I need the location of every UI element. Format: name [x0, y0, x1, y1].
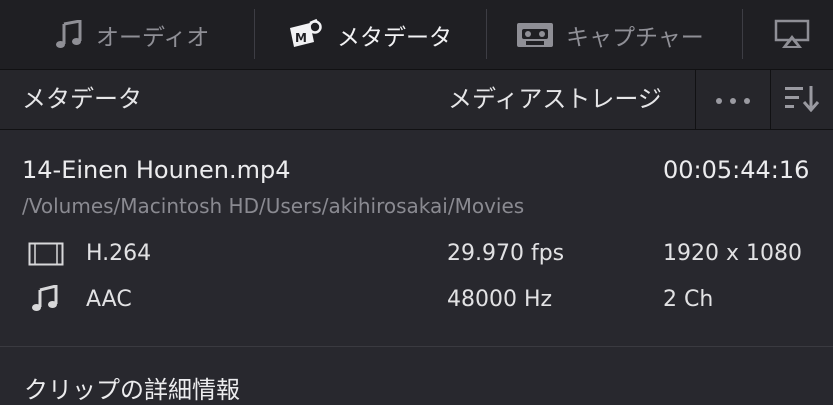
video-track-icon: [28, 242, 64, 270]
video-codec: H.264: [86, 241, 152, 266]
divider: [0, 346, 833, 347]
audio-sample-rate: 48000 Hz: [447, 287, 553, 312]
clip-filename: 14-Einen Hounen.mp4: [22, 156, 291, 184]
tab-separator: [486, 9, 487, 59]
clip-duration: 00:05:44:16: [663, 156, 810, 184]
video-frame-rate: 29.970 fps: [447, 241, 565, 266]
audio-codec: AAC: [86, 287, 132, 312]
tab-capture[interactable]: キャプチャー: [516, 0, 704, 69]
tab-audio-label: オーディオ: [96, 24, 210, 51]
sort-button[interactable]: [771, 70, 833, 129]
clip-details-section-title[interactable]: クリップの詳細情報: [24, 370, 240, 405]
viewer-output-button[interactable]: [774, 0, 822, 69]
video-resolution: 1920 x 1080: [663, 241, 802, 266]
tab-metadata[interactable]: M メタデータ: [287, 0, 452, 69]
tab-separator: [254, 9, 255, 59]
tab-metadata-label: メタデータ: [337, 24, 452, 51]
more-options-button[interactable]: [696, 70, 770, 129]
tab-separator: [742, 9, 743, 59]
tab-audio[interactable]: オーディオ: [54, 0, 209, 69]
music-note-icon: [54, 19, 84, 50]
metadata-tag-icon: M: [287, 18, 325, 52]
media-storage-button[interactable]: メディアストレージ: [448, 70, 662, 129]
audio-channels: 2 Ch: [663, 287, 714, 312]
music-note-icon: [31, 284, 61, 317]
monitor-output-icon: [774, 19, 810, 51]
sort-icon: [784, 84, 820, 116]
panel-title: メタデータ: [22, 85, 142, 113]
svg-text:M: M: [295, 31, 307, 45]
tab-capture-label: キャプチャー: [566, 24, 704, 51]
cassette-icon: [516, 22, 554, 48]
ellipsis-icon: [713, 90, 753, 109]
clip-path: /Volumes/Macintosh HD/Users/akihirosakai…: [22, 194, 525, 218]
